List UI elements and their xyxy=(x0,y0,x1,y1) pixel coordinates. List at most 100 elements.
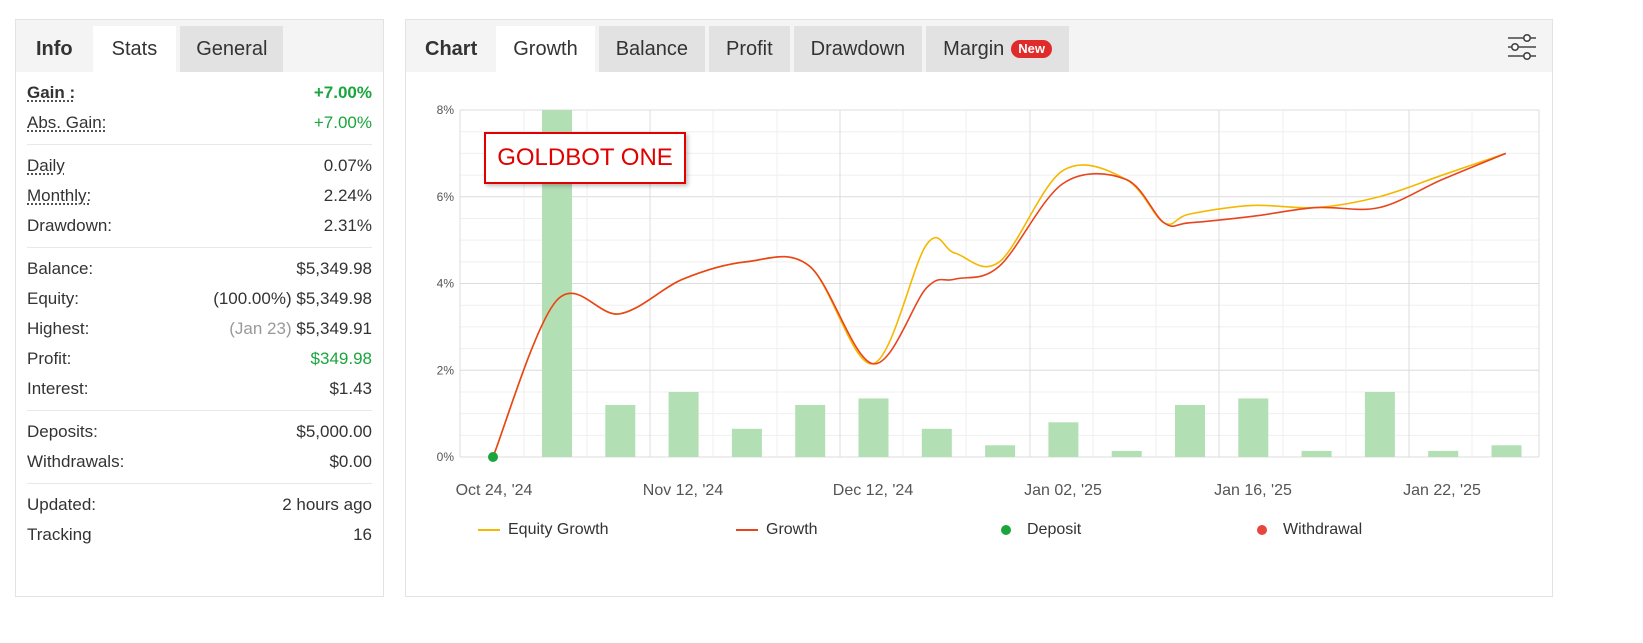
updated-value: 2 hours ago xyxy=(282,495,372,514)
gain-row: Gain : +7.00% xyxy=(27,78,372,108)
growth-swatch xyxy=(736,529,758,531)
meta-group: Updated: 2 hours ago Tracking 16 xyxy=(27,484,372,556)
chart-bar xyxy=(1048,422,1079,457)
chart-bar xyxy=(1491,445,1522,457)
balance-value: $5,349.98 xyxy=(296,259,372,278)
drawdown-row: Drawdown: 2.31% xyxy=(27,211,372,241)
tab-info[interactable]: Info xyxy=(16,26,93,72)
equity-label: Equity: xyxy=(27,289,79,308)
tab-profit[interactable]: Profit xyxy=(708,26,790,72)
interest-label: Interest: xyxy=(27,379,89,398)
x-tick-label: Oct 24, '24 xyxy=(456,482,533,499)
chart-bar xyxy=(795,404,826,457)
tab-margin-label: Margin xyxy=(943,37,1005,60)
stats-panel: Info Stats General Gain : +7.00% Abs. Ga… xyxy=(15,19,384,597)
legend-growth-label: Growth xyxy=(766,521,818,538)
interest-value: $1.43 xyxy=(329,379,372,398)
drawdown-label: Drawdown: xyxy=(27,216,113,235)
growth-chart: 0% 2% 4% 6% 8% Oct 24, '24 Nov 12, '24 Dec 12, … xyxy=(406,72,1554,598)
stats-body: Gain : +7.00% Abs. Gain: +7.00% Daily 0.… xyxy=(16,72,383,556)
tab-margin[interactable]: Margin New xyxy=(926,26,1070,72)
chart-bar xyxy=(731,428,762,457)
highest-label: Highest: xyxy=(27,319,90,338)
monthly-label[interactable]: Monthly: xyxy=(27,186,91,206)
equity-percent: (100.00%) xyxy=(213,289,292,308)
tracking-row: Tracking 16 xyxy=(27,520,372,550)
legend-withdrawal-label: Withdrawal xyxy=(1283,521,1363,538)
y-tick-label: 6% xyxy=(437,190,455,204)
balance-row: Balance: $5,349.98 xyxy=(27,254,372,284)
x-tick-label: Jan 02, '25 xyxy=(1024,482,1102,499)
chart-bar xyxy=(1238,398,1269,457)
withdrawal-swatch xyxy=(1257,525,1267,535)
deposits-row: Deposits: $5,000.00 xyxy=(27,417,372,447)
legend-equity-growth[interactable]: Equity Growth xyxy=(478,521,608,539)
y-tick-label: 4% xyxy=(437,277,455,291)
highest-value-wrap: (Jan 23) $5,349.91 xyxy=(229,319,372,339)
profit-value: $349.98 xyxy=(310,349,372,368)
chart-bar xyxy=(1111,450,1142,457)
legend-deposit[interactable]: Deposit xyxy=(1001,521,1081,539)
tab-growth[interactable]: Growth xyxy=(496,26,595,72)
abs-gain-value: +7.00% xyxy=(313,113,372,132)
chart-bar xyxy=(921,428,952,457)
chart-bar xyxy=(1175,404,1205,457)
chart-bar xyxy=(605,404,636,457)
deposits-label: Deposits: xyxy=(27,422,98,441)
rates-group: Daily 0.07% Monthly: 2.24% Drawdown: 2.3… xyxy=(27,145,372,248)
tracking-label: Tracking xyxy=(27,525,92,544)
chart-panel: Chart Growth Balance Profit Drawdown Mar… xyxy=(405,19,1553,597)
daily-label[interactable]: Daily xyxy=(27,156,65,176)
withdrawals-row: Withdrawals: $0.00 xyxy=(27,447,372,477)
chart-bar xyxy=(1301,450,1332,457)
gain-value: +7.00% xyxy=(313,83,372,102)
y-tick-label: 2% xyxy=(437,363,455,377)
legend-withdrawal[interactable]: Withdrawal xyxy=(1257,521,1362,539)
legend-growth[interactable]: Growth xyxy=(736,521,818,539)
tab-chart[interactable]: Chart xyxy=(406,26,496,72)
equity-value-wrap: (100.00%) $5,349.98 xyxy=(213,289,372,309)
highest-value: $5,349.91 xyxy=(296,319,372,338)
deposit-point xyxy=(488,452,498,462)
funding-group: Deposits: $5,000.00 Withdrawals: $0.00 xyxy=(27,411,372,484)
tab-general[interactable]: General xyxy=(180,26,284,72)
updated-label: Updated: xyxy=(27,495,96,514)
y-tick-label: 0% xyxy=(437,450,455,464)
chart-overlay-label: GOLDBOT ONE xyxy=(484,132,686,184)
balance-group: Balance: $5,349.98 Equity: (100.00%) $5,… xyxy=(27,248,372,411)
abs-gain-row: Abs. Gain: +7.00% xyxy=(27,108,372,138)
profit-row: Profit: $349.98 xyxy=(27,344,372,374)
equity-growth-swatch xyxy=(478,529,500,531)
chart-bar xyxy=(858,398,889,457)
chart-bar xyxy=(985,445,1016,457)
new-badge: New xyxy=(1011,40,1053,58)
chart-bar xyxy=(1364,391,1395,457)
daily-value: 0.07% xyxy=(323,156,372,175)
chart-settings-icon[interactable] xyxy=(1506,32,1538,62)
gain-label[interactable]: Gain : xyxy=(27,83,75,103)
withdrawals-label: Withdrawals: xyxy=(27,452,125,471)
stats-tabs: Info Stats General xyxy=(16,20,383,72)
highest-row: Highest: (Jan 23) $5,349.91 xyxy=(27,314,372,344)
highest-date: (Jan 23) xyxy=(229,319,292,338)
gain-group: Gain : +7.00% Abs. Gain: +7.00% xyxy=(27,72,372,145)
x-tick-label: Dec 12, '24 xyxy=(833,482,914,499)
tab-drawdown[interactable]: Drawdown xyxy=(793,26,923,72)
abs-gain-label[interactable]: Abs. Gain: xyxy=(27,113,106,133)
sliders-icon xyxy=(1508,33,1536,60)
x-tick-label: Jan 16, '25 xyxy=(1214,482,1292,499)
y-tick-label: 8% xyxy=(437,103,455,117)
drawdown-value: 2.31% xyxy=(323,216,372,235)
legend-deposit-label: Deposit xyxy=(1027,521,1082,538)
tab-stats[interactable]: Stats xyxy=(92,26,177,72)
x-tick-label: Jan 22, '25 xyxy=(1403,482,1481,499)
deposits-value: $5,000.00 xyxy=(296,422,372,441)
chart-legend: Equity Growth Growth Deposit Withdrawal xyxy=(406,521,1554,551)
monthly-row: Monthly: 2.24% xyxy=(27,181,372,211)
balance-label: Balance: xyxy=(27,259,94,278)
interest-row: Interest: $1.43 xyxy=(27,374,372,404)
tab-balance[interactable]: Balance xyxy=(598,26,705,72)
monthly-value: 2.24% xyxy=(323,186,372,205)
withdrawals-value: $0.00 xyxy=(329,452,372,471)
updated-row: Updated: 2 hours ago xyxy=(27,490,372,520)
